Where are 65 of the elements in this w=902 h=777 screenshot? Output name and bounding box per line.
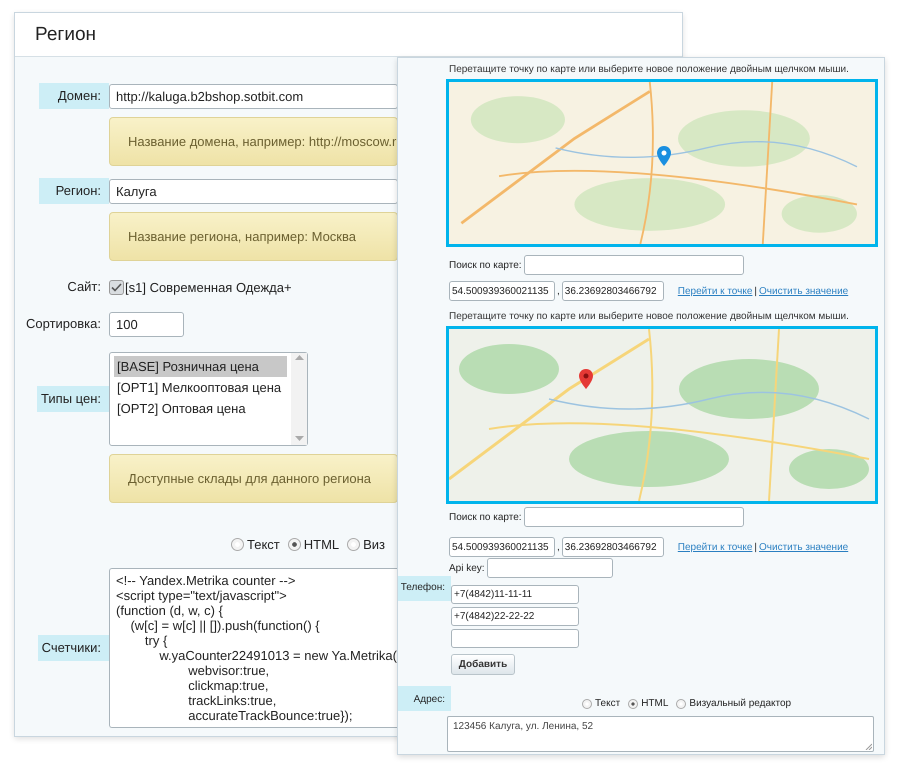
scroll-down-arrow-icon[interactable]	[294, 436, 304, 441]
map-pin-icon	[579, 369, 593, 389]
radio-label: HTML	[304, 537, 340, 552]
radio-button[interactable]	[628, 698, 638, 708]
address-label: Адрес:	[398, 686, 451, 711]
link-divider: |	[754, 542, 758, 552]
field-label: Сайт:	[66, 278, 102, 296]
hint-box: Доступные склады для данного региона	[109, 454, 398, 503]
phone-field[interactable]: +7(4842)22-22-22	[451, 607, 579, 626]
api-key-field[interactable]	[486, 558, 613, 578]
resize-handle-icon[interactable]	[865, 743, 872, 750]
text-input[interactable]: http://kaluga.b2bshop.sotbit.com	[109, 84, 398, 108]
list-option[interactable]: [OPT2] Оптовая цена	[114, 398, 287, 419]
text-input[interactable]: 100	[109, 312, 184, 336]
scroll-up-arrow-icon[interactable]	[294, 355, 304, 360]
go-to-point-link[interactable]: Перейти к точке	[678, 542, 752, 552]
map-search-field[interactable]	[524, 507, 744, 527]
latitude-field[interactable]: 54.500939360021135	[449, 281, 555, 301]
radio-label: Текст	[247, 537, 280, 552]
clear-value-link[interactable]: Очистить значение	[759, 286, 848, 296]
search-label: Поиск по карте:	[449, 260, 522, 270]
checkbox[interactable]	[109, 280, 124, 294]
radio-button[interactable]	[288, 538, 301, 551]
field-label: Счетчики:	[38, 635, 109, 661]
radio-label: Визуальный редактор	[689, 698, 792, 709]
map-caption: Перетащите точку по карте или выберите новое положение двойным щелчком мыши.	[449, 63, 850, 76]
search-label: Поиск по карте:	[449, 512, 522, 522]
go-to-point-link[interactable]: Перейти к точке	[678, 286, 752, 296]
code-textarea[interactable]: <!-- Yandex.Metrika counter --> <script type="text/javascript"> (function (d, w, c) { (w[c] = w[c] || []).push(function() { try { w.yaCounter22491013 = new Ya.Metrika( webvisor:true, clickmap:true, trackLinks:true, accurateTrackBounce:true});	[109, 568, 398, 728]
radio-button[interactable]	[582, 698, 592, 708]
longitude-field[interactable]: 36.23692803466792	[562, 537, 664, 557]
scrollbar[interactable]	[291, 353, 307, 445]
link-divider: |	[754, 286, 758, 296]
phone-field[interactable]: +7(4842)11-11-11	[451, 585, 579, 604]
list-option[interactable]: [BASE] Розничная цена	[114, 356, 287, 377]
coordinate-separator: ,	[557, 286, 560, 296]
map-caption: Перетащите точку по карте или выберите новое положение двойным щелчком мыши.	[449, 310, 850, 323]
api-key-label: Api key:	[449, 562, 485, 574]
phone-field[interactable]	[451, 629, 579, 648]
panel-title: Регион	[35, 24, 96, 46]
hint-box: Название региона, например: Москва	[109, 212, 398, 261]
radio-label: Виз	[363, 537, 386, 552]
radio-button[interactable]	[676, 698, 686, 708]
text-input[interactable]: Калуга	[109, 178, 398, 204]
price-type-list[interactable]: [BASE] Розничная цена [OPT1] Мелкооптовая цена [OPT2] Оптовая цена	[109, 352, 308, 446]
longitude-field[interactable]: 36.23692803466792	[562, 281, 664, 301]
coordinate-separator: ,	[557, 542, 560, 552]
radio-label: Текст	[595, 698, 620, 709]
field-label: Регион:	[39, 178, 109, 204]
checkbox-label: [s1] Современная Одежда+	[125, 280, 292, 294]
map-search-field[interactable]	[524, 255, 744, 275]
phone-label: Телефон:	[398, 576, 451, 601]
add-button[interactable]: Добавить	[451, 654, 515, 675]
latitude-field[interactable]: 54.500939360021135	[449, 537, 555, 557]
radio-label: HTML	[641, 698, 668, 709]
field-label: Сортировка:	[25, 315, 102, 333]
field-label: Типы цен:	[37, 386, 109, 412]
list-option[interactable]: [OPT1] Мелкооптовая цена	[114, 377, 287, 398]
radio-button[interactable]	[347, 538, 360, 551]
hint-box: Название домена, например: http://moscow.r	[109, 117, 398, 166]
radio-button[interactable]	[231, 538, 244, 551]
address-textarea[interactable]: 123456 Калуга, ул. Ленина, 52	[447, 716, 874, 752]
map-pin-icon	[657, 146, 671, 166]
field-label: Домен:	[39, 83, 109, 109]
clear-value-link[interactable]: Очистить значение	[759, 542, 848, 552]
